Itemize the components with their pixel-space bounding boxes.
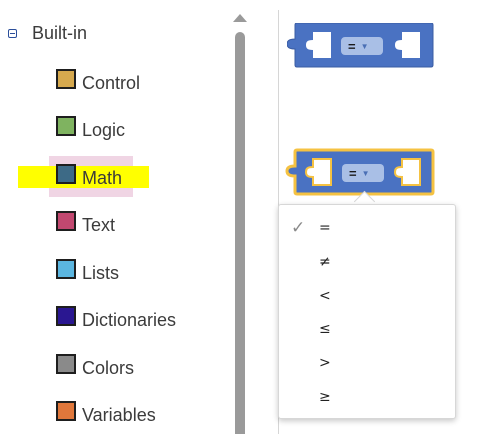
menu-item-label: > [319, 355, 331, 371]
colors-swatch-icon [56, 354, 76, 374]
logic-swatch-icon [56, 116, 76, 136]
category-label: Control [82, 72, 141, 93]
control-swatch-icon [56, 69, 76, 89]
menu-item-label: ≠ [319, 254, 331, 270]
category-label: Lists [82, 262, 120, 283]
operator-menu: ✓ = ≠ < ≤ > ≥ [278, 204, 456, 419]
menu-item-greater-than[interactable]: > [279, 348, 455, 378]
menu-item-less-or-equal[interactable]: ≤ [279, 314, 455, 344]
menu-item-equal[interactable]: ✓ = [279, 213, 455, 243]
category-label: Logic [82, 119, 126, 140]
chevron-down-icon: ▼ [360, 41, 369, 51]
operator-dropdown-selected[interactable]: = ▼ [342, 164, 384, 182]
menu-item-not-equal[interactable]: ≠ [279, 247, 455, 277]
category-list: Control Logic Math Text Lists Dictionari… [0, 0, 230, 434]
category-dictionaries[interactable]: Dictionaries [56, 305, 176, 335]
variables-swatch-icon [56, 401, 76, 421]
operator-dropdown[interactable]: = ▼ [341, 37, 383, 55]
category-label: Variables [82, 404, 156, 425]
dictionaries-swatch-icon [56, 306, 76, 326]
operator-value: = [348, 38, 356, 54]
category-label: Dictionaries [82, 309, 177, 330]
menu-item-less-than[interactable]: < [279, 281, 455, 311]
category-colors[interactable]: Colors [56, 353, 134, 383]
menu-item-label: ≤ [319, 321, 331, 337]
menu-item-label: = [319, 220, 331, 236]
compare-block[interactable]: = ▼ [287, 23, 435, 69]
scroll-up-arrow-icon[interactable] [233, 14, 247, 22]
category-label: Text [82, 214, 116, 235]
menu-item-label: ≥ [319, 389, 331, 405]
menu-item-label: < [319, 288, 331, 304]
text-swatch-icon [56, 211, 76, 231]
lists-swatch-icon [56, 259, 76, 279]
checkmark-icon: ✓ [291, 218, 306, 237]
category-logic[interactable]: Logic [56, 115, 125, 145]
toolbox-panel: Built-in Control Logic Math Text Lists D… [0, 0, 256, 434]
category-control[interactable]: Control [56, 68, 140, 98]
category-variables[interactable]: Variables [56, 400, 156, 430]
math-swatch-icon [56, 164, 76, 184]
category-text[interactable]: Text [56, 210, 115, 240]
menu-item-greater-or-equal[interactable]: ≥ [279, 382, 455, 412]
category-math[interactable]: Math [56, 163, 122, 193]
category-label: Math [82, 167, 123, 188]
compare-block-selected[interactable]: = ▼ [285, 148, 437, 198]
chevron-down-icon: ▼ [361, 168, 370, 178]
scrollbar-thumb[interactable] [235, 32, 245, 434]
category-label: Colors [82, 357, 135, 378]
category-lists[interactable]: Lists [56, 258, 119, 288]
operator-value: = [349, 165, 357, 181]
